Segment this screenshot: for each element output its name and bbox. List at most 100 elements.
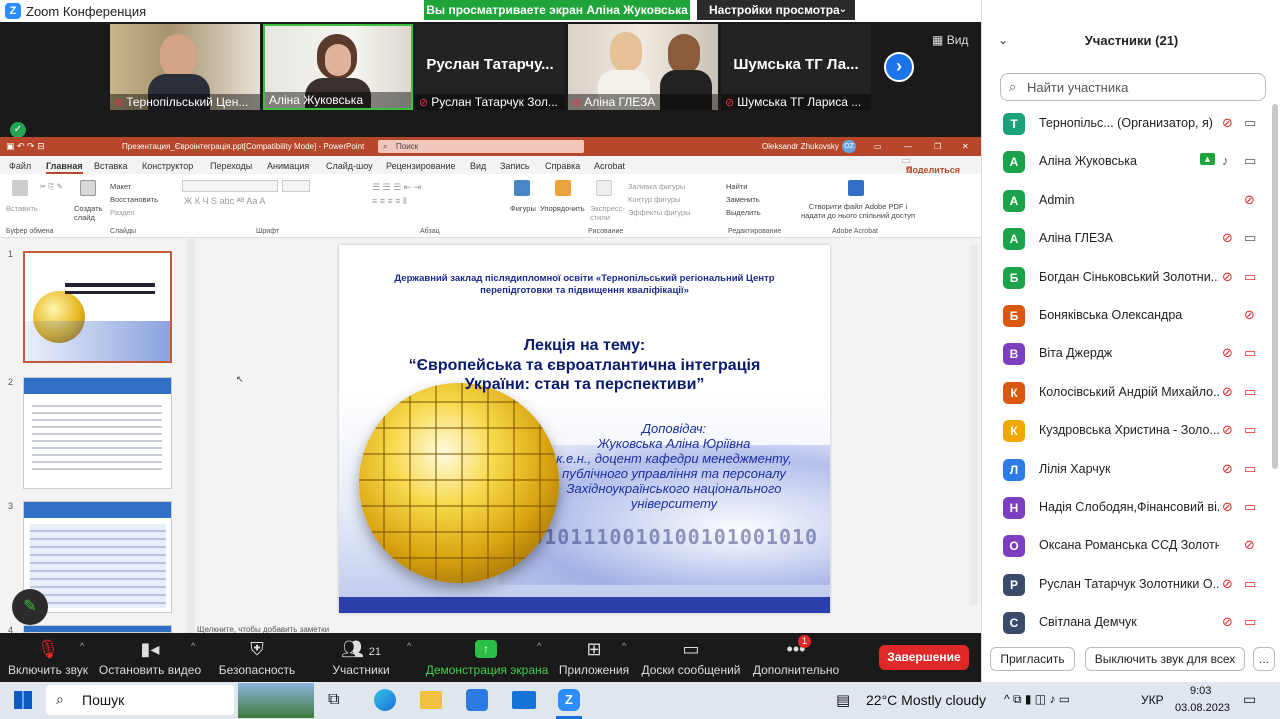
- arrange-icon[interactable]: [555, 180, 571, 196]
- shape-effects-button[interactable]: Эффекты фигуры: [628, 208, 691, 217]
- participant-row[interactable]: Т Тернопільс... (Организатор, я) ▭ ⊘: [982, 104, 1272, 142]
- participant-row[interactable]: О Оксана Романська ССД Золотникі... ⊘: [982, 526, 1272, 564]
- tab-file[interactable]: Файл: [9, 161, 31, 171]
- stop-video-button[interactable]: ▮◂ Остановить видео: [96, 633, 204, 682]
- layout-button[interactable]: Макет: [110, 182, 131, 191]
- mail-icon[interactable]: [512, 691, 536, 709]
- participant-row[interactable]: В Віта Джердж ▭ ⊘: [982, 334, 1272, 372]
- invite-button[interactable]: Пригласить: [990, 647, 1075, 671]
- paragraph-format-icons[interactable]: ☰ ☰ ☰ ⇤ ⇥: [372, 182, 421, 193]
- reset-button[interactable]: Восстановить: [110, 195, 158, 204]
- clock-time[interactable]: 9:03: [1190, 685, 1211, 697]
- thumbnail-scrollbar[interactable]: [187, 239, 195, 633]
- system-tray-icons[interactable]: ^ ⧉ ▮ ◫ ♪ ▭: [1004, 692, 1070, 707]
- video-tile[interactable]: ⊘ Аліна ГЛЕЗА: [568, 24, 718, 110]
- chevron-up-icon[interactable]: ^: [191, 641, 195, 651]
- share-screen-button[interactable]: ↑ Демонстрация экрана: [425, 633, 549, 682]
- replace-button[interactable]: Заменить: [726, 195, 760, 204]
- participant-row[interactable]: С Світлана Демчук ▭ ⊘: [982, 603, 1272, 641]
- chevron-up-icon[interactable]: ^: [537, 641, 541, 651]
- tab-home[interactable]: Главная: [46, 161, 83, 174]
- ppt-minimize-icon[interactable]: —: [904, 137, 912, 156]
- video-tile-active[interactable]: Аліна Жуковська: [263, 24, 413, 110]
- notifications-icon[interactable]: ▭: [1243, 691, 1256, 708]
- notes-pane[interactable]: Щелкните, чтобы добавить заметки: [197, 625, 977, 633]
- new-slide-icon[interactable]: [80, 180, 96, 196]
- slide-thumbnail[interactable]: [23, 251, 172, 363]
- font-family-select[interactable]: [182, 180, 278, 192]
- shape-outline-button[interactable]: Контур фигуры: [628, 195, 680, 204]
- tab-acrobat[interactable]: Acrobat: [594, 161, 625, 171]
- participant-row[interactable]: Б Боняківська Олександра ⊘: [982, 296, 1272, 334]
- annotate-pen-icon[interactable]: ✎: [12, 589, 48, 625]
- tab-transitions[interactable]: Переходы: [210, 161, 252, 171]
- whiteboards-button[interactable]: ▭ Доски сообщений: [640, 633, 742, 682]
- participant-row[interactable]: A Admin ⊘: [982, 181, 1272, 219]
- shapes-icon[interactable]: [514, 180, 530, 196]
- tab-insert[interactable]: Вставка: [94, 161, 127, 171]
- tab-slideshow[interactable]: Слайд-шоу: [326, 161, 373, 171]
- participant-row[interactable]: Р Руслан Татарчук Золотники О... ▭ ⊘: [982, 565, 1272, 603]
- tab-review[interactable]: Рецензирование: [386, 161, 456, 171]
- task-view-icon[interactable]: ⧉: [328, 691, 339, 709]
- end-meeting-button[interactable]: Завершение: [879, 645, 969, 670]
- tab-help[interactable]: Справка: [545, 161, 580, 171]
- more-button[interactable]: ••• 1 Дополнительно: [752, 633, 840, 682]
- quick-styles-icon[interactable]: [596, 180, 612, 196]
- slide-thumbnail[interactable]: [23, 625, 172, 633]
- apps-button[interactable]: ⊞ Приложения: [556, 633, 632, 682]
- video-tile[interactable]: Шумська ТГ Ла... ⊘ Шумська ТГ Лариса ...: [721, 24, 871, 110]
- store-icon[interactable]: [466, 689, 488, 711]
- adobe-pdf-icon[interactable]: [848, 180, 864, 196]
- security-button[interactable]: ⛨ Безопасность: [214, 633, 300, 682]
- paste-icon[interactable]: [12, 180, 28, 196]
- chevron-up-icon[interactable]: ^: [407, 641, 411, 651]
- windows-start-icon[interactable]: [14, 691, 32, 709]
- participants-button[interactable]: 👥︎ 21 Участники: [320, 633, 402, 682]
- chevron-up-icon[interactable]: ^: [622, 641, 626, 651]
- slide-thumbnail[interactable]: [23, 377, 172, 489]
- participant-row[interactable]: Л Лілія Харчук ▭ ⊘: [982, 450, 1272, 488]
- weather-text[interactable]: 22°C Mostly cloudy: [866, 692, 986, 708]
- more-options-button[interactable]: ...: [1253, 647, 1275, 671]
- ppt-close-icon[interactable]: ✕: [962, 137, 969, 156]
- tab-record[interactable]: Запись: [500, 161, 530, 171]
- clock-date[interactable]: 03.08.2023: [1175, 702, 1230, 714]
- ppt-search-input[interactable]: ⌕ Поиск: [378, 140, 584, 153]
- participant-search-input[interactable]: ⌕ Найти участника: [1000, 73, 1266, 101]
- select-button[interactable]: Выделить: [726, 208, 761, 217]
- ppt-restore-icon[interactable]: ❐: [934, 137, 941, 156]
- next-page-button[interactable]: ›: [884, 52, 914, 82]
- clipboard-tools-icon[interactable]: ✂ ⎘ ✎: [40, 182, 63, 192]
- view-settings-button[interactable]: Настройки просмотра ⌄: [697, 0, 855, 20]
- align-icons[interactable]: ≡ ≡ ≡ ≡ ⫴: [372, 196, 407, 207]
- slide-thumbnail[interactable]: [23, 501, 172, 613]
- tab-design[interactable]: Конструктор: [142, 161, 193, 171]
- shape-fill-button[interactable]: Заливка фигуры: [628, 182, 685, 191]
- participant-row[interactable]: К Колосівський Андрій Михайло... ▭ ⊘: [982, 373, 1272, 411]
- section-button[interactable]: Раздел: [110, 208, 135, 217]
- ribbon-display-icon[interactable]: ▭: [874, 137, 882, 156]
- taskbar-search[interactable]: ⌕ Пошук: [46, 685, 234, 715]
- find-button[interactable]: Найти: [726, 182, 747, 191]
- participant-row[interactable]: Б Богдан Сіньковський Золотни... ▭ ⊘: [982, 258, 1272, 296]
- file-explorer-icon[interactable]: [420, 691, 442, 709]
- chevron-up-icon[interactable]: ^: [80, 641, 84, 651]
- video-tile[interactable]: Руслан Татарчу... ⊘ Руслан Татарчук Зол..…: [415, 24, 565, 110]
- participants-scrollbar[interactable]: [1272, 104, 1278, 469]
- edge-icon[interactable]: [374, 689, 396, 711]
- participant-row[interactable]: Н Надія Слободян,Фінансовий ві... ▭ ⊘: [982, 488, 1272, 526]
- zoom-taskbar-icon[interactable]: Z: [558, 689, 580, 711]
- participant-row[interactable]: А Аліна Жуковська ▭ ♪ ▲: [982, 142, 1272, 180]
- view-button[interactable]: ▦ Вид: [932, 33, 968, 47]
- tab-animation[interactable]: Анимация: [267, 161, 309, 171]
- participant-row[interactable]: К Куздровська Христина - Золо... ▭ ⊘: [982, 411, 1272, 449]
- video-tile[interactable]: ⊘ Тернопільський Цен...: [110, 24, 260, 110]
- language-indicator[interactable]: УКР: [1141, 693, 1164, 707]
- font-format-icons[interactable]: Ж К Ч S abc ᴬᴮ Aa A: [184, 196, 265, 206]
- font-size-select[interactable]: [282, 180, 310, 192]
- mute-all-button[interactable]: Выключить звук для всех: [1085, 647, 1245, 671]
- slide-scrollbar[interactable]: [970, 245, 978, 605]
- tab-view[interactable]: Вид: [470, 161, 486, 171]
- share-button[interactable]: ⇪ Поделиться: [902, 159, 960, 175]
